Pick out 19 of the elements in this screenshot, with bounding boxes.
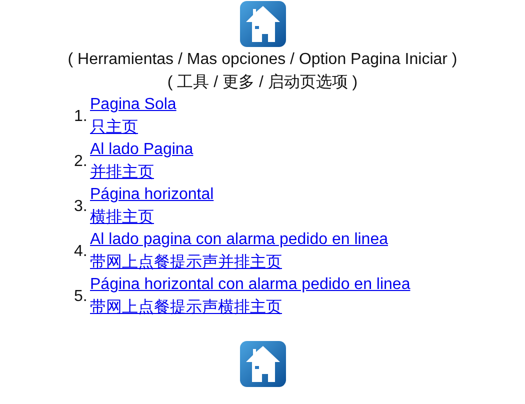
option-link[interactable]: Página horizontal bbox=[90, 184, 214, 206]
option-link[interactable]: Al lado Pagina bbox=[90, 139, 194, 162]
option-link[interactable]: Página horizontal con alarma pedido en linea bbox=[90, 274, 410, 296]
list-number: 1. bbox=[74, 108, 88, 126]
list-number: 3. bbox=[74, 198, 88, 216]
option-link[interactable]: Pagina Sola bbox=[90, 94, 176, 116]
breadcrumb-text: ( 工具 / 更多 / 启动页选项 ) bbox=[167, 72, 358, 93]
option-link[interactable]: 并排主页 bbox=[90, 162, 154, 184]
home-icon[interactable] bbox=[238, 340, 286, 388]
option-link[interactable]: 只主页 bbox=[90, 116, 138, 139]
list-number: 4. bbox=[74, 242, 88, 260]
option-link[interactable]: Al lado pagina con alarma pedido en linea bbox=[90, 229, 388, 252]
list-number: 2. bbox=[74, 152, 88, 170]
home-icon[interactable] bbox=[238, 0, 286, 48]
option-link[interactable]: 带网上点餐提示声并排主页 bbox=[90, 252, 282, 274]
list-number: 5. bbox=[74, 288, 88, 306]
option-link[interactable]: 带网上点餐提示声横排主页 bbox=[90, 296, 282, 319]
breadcrumb-text: ( Herramientas / Mas opciones / Option Pagina Iniciar ) bbox=[68, 50, 458, 70]
option-link[interactable]: 横排主页 bbox=[90, 206, 154, 229]
